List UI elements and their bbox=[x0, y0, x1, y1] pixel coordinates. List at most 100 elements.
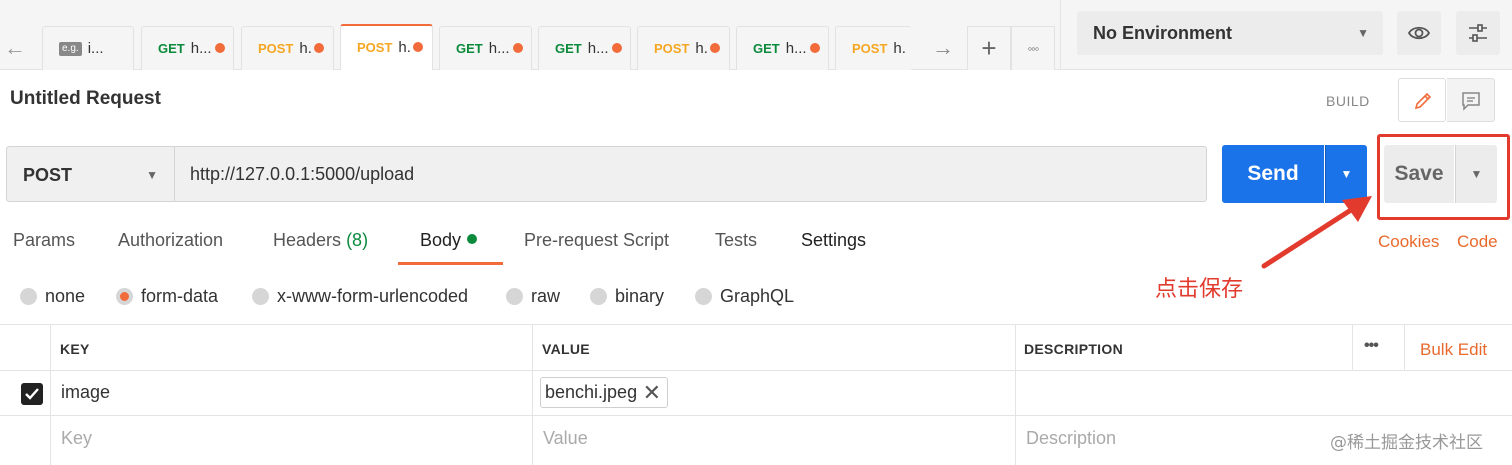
new-value-field[interactable]: Value bbox=[543, 428, 588, 449]
manage-environments-button[interactable] bbox=[1456, 11, 1500, 55]
tab-method: GET bbox=[456, 41, 483, 56]
tab-settings[interactable]: Settings bbox=[801, 230, 866, 266]
body-indicator-dot-icon bbox=[467, 234, 478, 244]
radio-selected-icon bbox=[116, 288, 133, 305]
file-chip[interactable]: benchi.jpeg ✕ bbox=[540, 377, 669, 408]
tab-name: h... bbox=[488, 40, 510, 57]
environment-select[interactable]: No Environment ▼ bbox=[1077, 11, 1383, 55]
save-highlight-annotation bbox=[1377, 134, 1510, 220]
request-tab[interactable]: POST h. bbox=[835, 26, 911, 70]
new-tab-plus-icon[interactable]: + bbox=[967, 26, 1011, 70]
request-tab[interactable]: GET h... bbox=[439, 26, 532, 70]
annotation-text: 点击保存 bbox=[1155, 277, 1244, 302]
tab-method: POST bbox=[852, 41, 888, 56]
unsaved-dot-icon bbox=[215, 43, 225, 53]
example-badge: e.g. bbox=[59, 42, 82, 57]
radio-label: binary bbox=[615, 286, 665, 306]
body-type-graphql-radio[interactable]: GraphQL bbox=[695, 285, 794, 309]
unsaved-dot-icon bbox=[314, 43, 324, 53]
table-row-empty: Key Value Description bbox=[0, 416, 1512, 461]
radio-circle-icon bbox=[695, 288, 712, 305]
table-header-row: KEY VALUE DESCRIPTION ••• Bulk Edit bbox=[0, 325, 1512, 371]
http-method-label: POST bbox=[23, 165, 73, 185]
row-key-field[interactable]: image bbox=[61, 382, 110, 403]
tab-pre-request-script[interactable]: Pre-request Script bbox=[524, 230, 669, 266]
tab-method: POST bbox=[357, 40, 393, 55]
tab-authorization[interactable]: Authorization bbox=[118, 230, 223, 266]
chevron-down-icon: ▼ bbox=[146, 168, 158, 182]
tab-name: h... bbox=[587, 40, 609, 57]
tab-name: h... bbox=[785, 40, 807, 57]
http-method-select[interactable]: POST ▼ bbox=[6, 146, 175, 202]
value-column-header: VALUE bbox=[542, 341, 590, 357]
tab-method: POST bbox=[654, 41, 690, 56]
tab-params[interactable]: Params bbox=[13, 230, 75, 266]
eye-icon bbox=[1407, 26, 1431, 40]
body-type-none-radio[interactable]: none bbox=[20, 285, 85, 309]
body-type-form-data-radio[interactable]: form-data bbox=[116, 285, 218, 309]
sliders-icon bbox=[1469, 24, 1487, 42]
environment-quick-look-button[interactable] bbox=[1397, 11, 1441, 55]
build-mode-label: BUILD bbox=[1326, 93, 1370, 109]
annotation-arrow-icon bbox=[1261, 196, 1372, 269]
tab-name: i... bbox=[87, 40, 104, 57]
bulk-edit-link[interactable]: Bulk Edit bbox=[1420, 340, 1487, 360]
tab-tests[interactable]: Tests bbox=[715, 230, 757, 266]
radio-circle-icon bbox=[252, 288, 269, 305]
pencil-icon bbox=[1414, 92, 1432, 110]
radio-label: x-www-form-urlencoded bbox=[277, 286, 469, 306]
cookies-link[interactable]: Cookies bbox=[1378, 232, 1439, 252]
unsaved-dot-icon bbox=[810, 43, 820, 53]
body-type-binary-radio[interactable]: binary bbox=[590, 285, 664, 309]
tab-headers-label: Headers bbox=[273, 230, 342, 250]
new-key-field[interactable]: Key bbox=[61, 428, 92, 449]
radio-label: GraphQL bbox=[720, 286, 795, 306]
tab-name: h... bbox=[190, 40, 212, 57]
tab-name: h. bbox=[398, 39, 411, 56]
tab-scroll-right-icon[interactable]: → bbox=[925, 28, 961, 68]
build-edit-button[interactable] bbox=[1398, 78, 1446, 122]
body-type-urlencoded-radio[interactable]: x-www-form-urlencoded bbox=[252, 285, 468, 309]
description-column-header: DESCRIPTION bbox=[1024, 341, 1123, 357]
headers-count-badge: (8) bbox=[346, 230, 369, 250]
comments-button[interactable] bbox=[1447, 78, 1495, 122]
remove-file-close-icon[interactable]: ✕ bbox=[643, 378, 661, 407]
radio-circle-icon bbox=[590, 288, 607, 305]
request-tab[interactable]: POST h. bbox=[241, 26, 334, 70]
new-description-field[interactable]: Description bbox=[1026, 428, 1116, 449]
tab-body[interactable]: Body bbox=[420, 230, 478, 266]
tab-name: h. bbox=[299, 40, 312, 57]
watermark: @稀土掘金技术社区 bbox=[1330, 433, 1483, 453]
radio-circle-icon bbox=[506, 288, 523, 305]
tab-scroll-left-icon[interactable]: ← bbox=[0, 28, 30, 68]
form-data-table: KEY VALUE DESCRIPTION ••• Bulk Edit imag… bbox=[0, 324, 1512, 465]
key-column-header: KEY bbox=[60, 341, 90, 357]
unsaved-dot-icon bbox=[612, 43, 622, 53]
request-tab[interactable]: GET h... bbox=[538, 26, 631, 70]
tab-name: h. bbox=[893, 40, 906, 57]
request-url-input[interactable]: http://127.0.0.1:5000/upload bbox=[174, 146, 1207, 202]
column-divider bbox=[1352, 325, 1353, 371]
request-tab[interactable]: GET h... bbox=[736, 26, 829, 70]
request-tab[interactable]: GET h... bbox=[141, 26, 234, 70]
comment-icon bbox=[1462, 92, 1480, 111]
unsaved-dot-icon bbox=[413, 42, 423, 52]
tab-name: h. bbox=[695, 40, 708, 57]
more-options-icon[interactable]: ••• bbox=[1364, 337, 1379, 355]
more-tabs-icon[interactable]: ◦◦◦ bbox=[1011, 26, 1055, 70]
body-type-raw-radio[interactable]: raw bbox=[506, 285, 560, 309]
tab-bar: ← e.g. i... GET h... POST h. POST h. GET h...… bbox=[0, 0, 1060, 70]
tab-method: GET bbox=[753, 41, 780, 56]
radio-label: form-data bbox=[141, 286, 219, 306]
unsaved-dot-icon bbox=[513, 43, 523, 53]
check-icon bbox=[25, 388, 39, 400]
request-tab-active[interactable]: POST h. bbox=[340, 24, 433, 70]
code-link[interactable]: Code bbox=[1457, 232, 1498, 252]
request-title[interactable]: Untitled Request bbox=[10, 88, 161, 110]
tab-method: GET bbox=[158, 41, 185, 56]
request-tab[interactable]: POST h. bbox=[637, 26, 730, 70]
column-divider bbox=[1404, 325, 1405, 371]
tab-headers[interactable]: Headers (8) bbox=[273, 230, 368, 266]
request-tab[interactable]: e.g. i... bbox=[42, 26, 134, 70]
row-enabled-checkbox[interactable] bbox=[21, 383, 43, 405]
